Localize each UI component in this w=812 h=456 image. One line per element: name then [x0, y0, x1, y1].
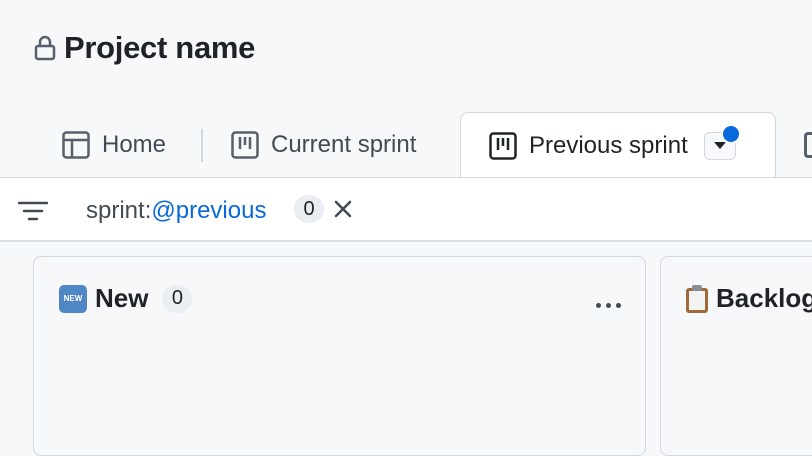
- column-count: 0: [162, 284, 193, 313]
- view-tabs: Home Current sprint Previous sprint: [0, 112, 812, 178]
- column-header: NEW New 0: [59, 283, 193, 314]
- filter-icon[interactable]: [17, 200, 49, 227]
- tab-label: Current sprint: [271, 130, 417, 158]
- filter-result-count: 0: [294, 195, 324, 223]
- tab-label: Home: [102, 130, 167, 158]
- column-title: Backlog: [716, 283, 812, 313]
- filter-input[interactable]: sprint:@previous: [86, 197, 266, 225]
- table-icon: [62, 130, 90, 159]
- new-emoji-icon: NEW: [59, 284, 87, 313]
- board-icon: [231, 130, 259, 159]
- filter-value: @previous: [151, 197, 267, 224]
- kebab-menu-icon[interactable]: [591, 295, 621, 313]
- tab-home[interactable]: Home: [62, 112, 166, 177]
- lock-icon: [34, 35, 56, 61]
- tab-previous-sprint[interactable]: Previous sprint: [460, 112, 776, 178]
- board-icon: [489, 131, 517, 160]
- clipboard-emoji-icon: [686, 284, 708, 313]
- view-options-dropdown[interactable]: [703, 123, 741, 160]
- column-header: Backlog: [686, 283, 812, 314]
- board-column-new: NEW New 0: [33, 256, 646, 456]
- tab-current-sprint[interactable]: Current sprint: [231, 112, 416, 177]
- filter-bar: sprint:@previous: [0, 177, 812, 242]
- project-title: Project name: [64, 30, 256, 65]
- unsaved-changes-indicator: [720, 123, 741, 144]
- close-icon[interactable]: [333, 199, 353, 224]
- tab-separator: [201, 129, 203, 162]
- caret-down-icon: [713, 142, 726, 149]
- table-icon[interactable]: [804, 132, 812, 158]
- column-title: New: [95, 283, 149, 313]
- tab-label: Previous sprint: [529, 131, 688, 159]
- filter-key: sprint:: [86, 197, 152, 224]
- board-column-backlog: Backlog: [660, 256, 812, 456]
- project-header: Project name: [34, 30, 255, 66]
